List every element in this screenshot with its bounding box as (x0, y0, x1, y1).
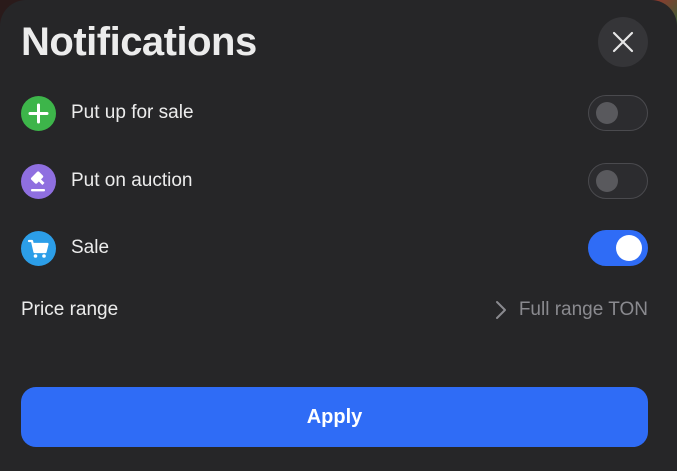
page-title: Notifications (21, 20, 257, 64)
close-button[interactable] (598, 17, 648, 67)
price-range-label: Price range (21, 299, 119, 320)
option-put-on-auction: Put on auction (21, 163, 648, 199)
apply-button[interactable]: Apply (21, 387, 648, 447)
option-sale: Sale (21, 230, 648, 266)
notifications-panel: Notifications Put up for sale Put on auc… (0, 0, 677, 471)
toggle-knob (596, 102, 618, 124)
plus-icon (21, 95, 56, 131)
price-range-value: Full range TON (518, 299, 648, 320)
price-range-selector[interactable]: Full range TON (495, 299, 648, 321)
option-label: Put on auction (71, 170, 193, 191)
chevron-right-icon (495, 301, 506, 319)
close-icon (612, 31, 634, 53)
toggle-knob (596, 170, 618, 192)
sale-toggle[interactable] (588, 230, 648, 266)
price-range-row: Price range Full range TON (21, 296, 648, 324)
option-label: Sale (71, 237, 110, 258)
toggle-knob (616, 235, 642, 261)
put-up-for-sale-toggle[interactable] (588, 95, 648, 131)
put-on-auction-toggle[interactable] (588, 163, 648, 199)
cart-icon (21, 230, 56, 266)
option-label: Put up for sale (71, 102, 194, 123)
option-put-up-for-sale: Put up for sale (21, 95, 648, 131)
gavel-icon (21, 163, 56, 199)
